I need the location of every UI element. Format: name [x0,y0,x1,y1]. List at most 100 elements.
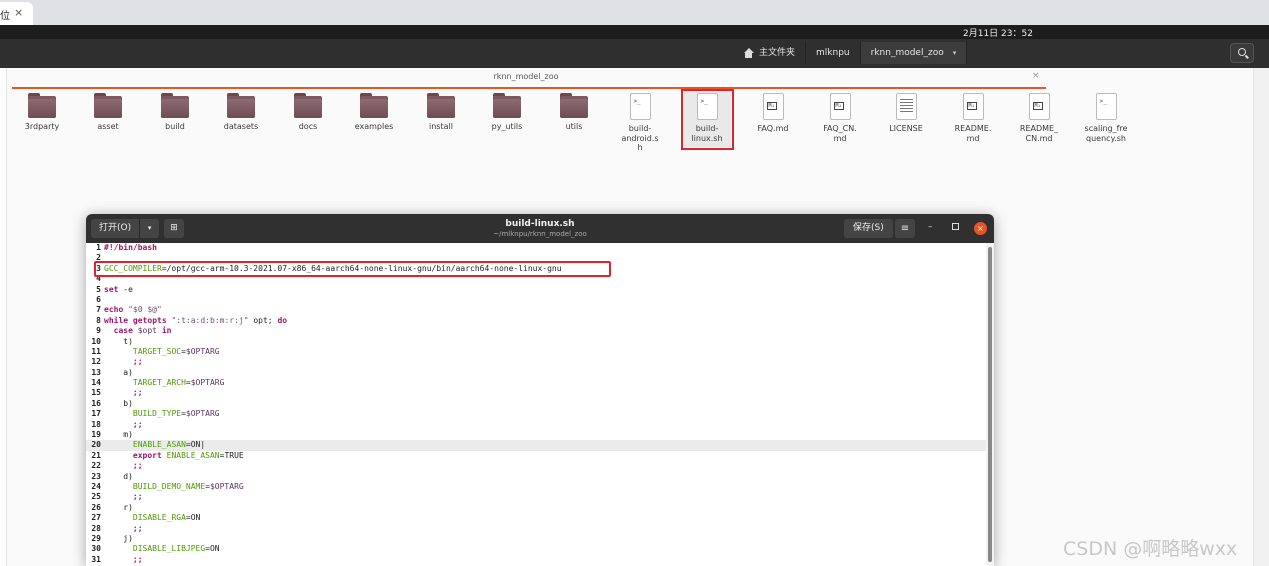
editor-scrollbar[interactable] [986,243,994,566]
code-token: while [104,315,129,325]
watermark: CSDN @啊略略wxx [1063,538,1238,560]
file-item-install[interactable]: install [411,93,471,132]
code-line[interactable]: 24 BUILD_DEMO_NAME=$OPTARG [86,482,986,492]
script-file-icon: >_ [629,93,651,120]
code-line[interactable]: 13 a) [86,368,986,378]
minimize-icon[interactable]: – [928,222,933,232]
code-line[interactable]: 6 [86,295,986,305]
line-number: 10 [91,336,101,346]
code-line[interactable]: 8 while getopts ":t:a:d:b:m:r:j" opt; do [86,316,986,326]
code-token: a) [104,367,133,377]
file-item-faq-cn[interactable]: M↓ FAQ_CN.md [810,93,870,143]
file-item-3rdparty[interactable]: 3rdparty [12,93,72,132]
path-segment-home[interactable]: 主文件夹 [733,42,807,64]
path-segment-current[interactable]: rknn_model_zoo ▾ [860,42,968,64]
file-item-label: build-android.sh [621,124,659,152]
code-line[interactable]: 12 ;; [86,357,986,367]
code-line[interactable]: 22 ;; [86,461,986,471]
code-line[interactable]: 29 j) [86,534,986,544]
code-token: echo [104,305,124,315]
code-line[interactable]: 15 ;; [86,388,986,398]
folder-icon [227,93,255,118]
save-button[interactable]: 保存(S) [844,219,893,238]
code-token: ":t:a:d:b:m:r:j" [171,315,249,325]
code-token: $OPTARG [209,481,244,491]
code-line[interactable]: 20 ENABLE_ASAN=ON| [86,440,986,451]
chevron-down-icon: ▾ [952,49,957,57]
code-line[interactable]: 1 #!/bin/bash [86,243,986,253]
file-item-scaling-frequency[interactable]: >_ scaling_frequency.sh [1076,93,1136,143]
hamburger-menu-icon[interactable]: ≡ [895,219,915,238]
code-line[interactable]: 31 ;; [86,555,986,565]
markdown-file-icon: M↓ [1028,93,1050,120]
close-icon[interactable]: × [1032,71,1040,81]
search-icon [1238,48,1246,56]
close-icon[interactable]: × [14,6,23,19]
file-item-readme[interactable]: M↓ README.md [943,93,1003,143]
code-line[interactable]: 23 d) [86,472,986,482]
code-line[interactable]: 9 case $opt in [86,326,986,336]
location-tab[interactable]: rknn_model_zoo × [6,68,1046,88]
file-item-datasets[interactable]: datasets [211,93,271,132]
code-line[interactable]: 11 TARGET_SOC=$OPTARG [86,347,986,357]
script-file-icon: >_ [1095,93,1117,120]
search-button[interactable] [1230,43,1254,63]
file-item-py-utils[interactable]: py_utils [477,93,537,132]
file-item-label: utils [565,122,583,131]
code-line[interactable]: 14 TARGET_ARCH=$OPTARG [86,378,986,388]
code-line[interactable]: 21 export ENABLE_ASAN=TRUE [86,451,986,461]
file-item-label: LICENSE [889,124,923,133]
code-token: ;; [132,523,143,533]
code-line[interactable]: 28 ;; [86,524,986,534]
file-item-label: docs [298,122,318,131]
file-item-examples[interactable]: examples [344,93,404,132]
path-segment-label: mlknpu [816,48,850,58]
code-line[interactable]: 7 echo "$0 $@" [86,305,986,315]
file-item-faq[interactable]: M↓ FAQ.md [743,93,803,134]
clock[interactable]: 2月11日 23：52 [963,26,1033,39]
code-token: case [113,326,133,336]
file-item-build[interactable]: build [145,93,205,132]
annotation-highlight-line [94,261,611,277]
code-token: d) [104,471,133,481]
code-line[interactable]: 27 DISABLE_RGA=ON [86,513,986,523]
folder-icon [28,93,56,118]
file-item-utils[interactable]: utils [544,93,604,132]
code-line[interactable]: 18 ;; [86,420,986,430]
line-number: 30 [91,544,101,554]
code-line[interactable]: 25 ;; [86,492,986,502]
file-item-asset[interactable]: asset [78,93,138,132]
browser-tab[interactable]: 位 × [0,2,33,25]
code-line[interactable]: 17 BUILD_TYPE=$OPTARG [86,409,986,419]
code-token: opt; [248,315,278,325]
code-line[interactable]: 10 t) [86,337,986,347]
scrollbar-thumb[interactable] [988,247,992,562]
code-line[interactable]: 26 r) [86,503,986,513]
code-line[interactable]: 30 DISABLE_LIBJPEG=ON [86,544,986,554]
code-token: DISABLE_LIBJPEG [132,544,206,554]
code-token: ;; [132,554,143,564]
code-token: $OPTARG [185,409,220,419]
code-line[interactable]: 16 b) [86,399,986,409]
file-item-readme-cn[interactable]: M↓ README_CN.md [1009,93,1069,143]
folder-icon [94,93,122,118]
file-item-label: build [165,122,185,131]
file-item-build-android[interactable]: >_ build-android.sh [610,93,670,153]
line-number: 14 [91,378,101,388]
code-editor[interactable]: 1 #!/bin/bash 2 3 GCC_COMPILER=/opt/gcc-arm-… [86,243,986,566]
close-icon[interactable]: × [974,222,987,235]
code-token: BUILD_TYPE [132,409,182,419]
code-line[interactable]: 5 set -e [86,285,986,295]
path-segment-mlknpu[interactable]: mlknpu [806,42,861,64]
markdown-file-icon: M↓ [962,93,984,120]
files-scrollbar[interactable] [1254,68,1269,566]
file-item-docs[interactable]: docs [278,93,338,132]
code-line[interactable]: 19 m) [86,430,986,440]
file-item-license[interactable]: LICENSE [876,93,936,134]
maximize-icon[interactable] [952,223,959,230]
line-number: 15 [91,388,101,398]
